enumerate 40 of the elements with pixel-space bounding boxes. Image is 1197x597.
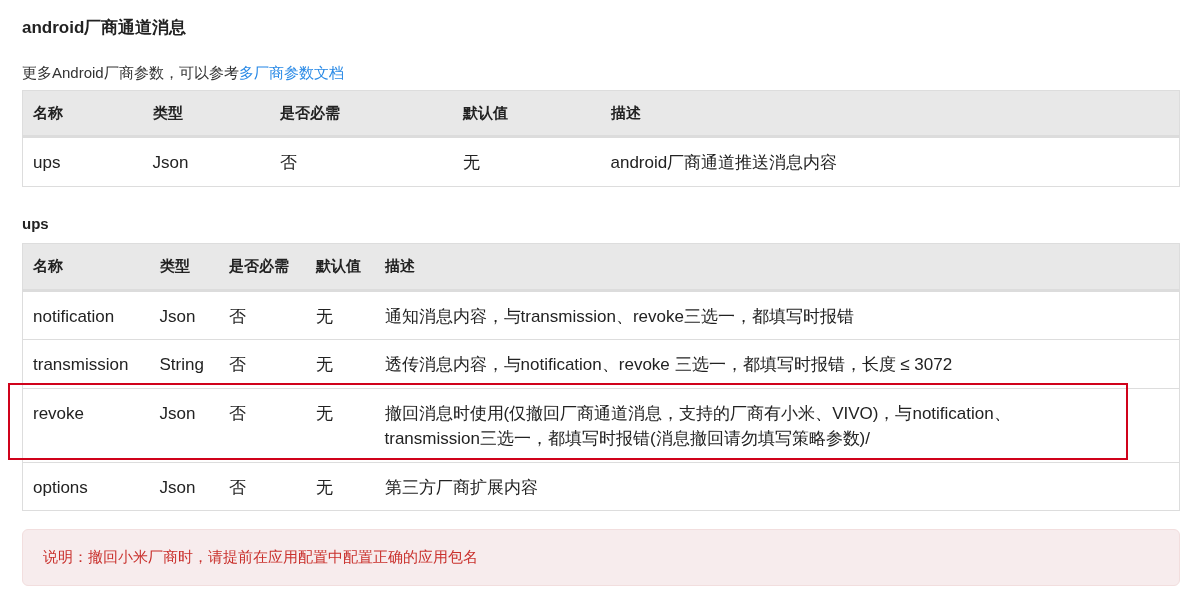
column-header: 描述 bbox=[374, 243, 1180, 291]
column-header: 描述 bbox=[600, 90, 1180, 137]
table-cell: android厂商通道推送消息内容 bbox=[600, 136, 1180, 187]
table-cell: Json bbox=[149, 462, 219, 511]
page-title: android厂商通道消息 bbox=[22, 18, 188, 39]
column-header: 默认值 bbox=[305, 243, 375, 291]
column-header: 名称 bbox=[22, 243, 150, 291]
table-cell: 否 bbox=[218, 462, 306, 511]
column-header: 默认值 bbox=[452, 90, 601, 137]
table-cell: Json bbox=[142, 136, 270, 187]
table-cell: options bbox=[22, 462, 150, 511]
table-cell: 否 bbox=[269, 136, 453, 187]
table-caption: ups bbox=[22, 213, 50, 234]
table-cell: 否 bbox=[218, 339, 306, 389]
table-cell: 否 bbox=[218, 290, 306, 340]
note-alert: 说明：撤回小米厂商时，请提前在应用配置中配置正确的应用包名 bbox=[22, 529, 1180, 586]
table-cell: 无 bbox=[452, 136, 601, 187]
table-cell: 无 bbox=[305, 462, 375, 511]
table-cell: 第三方厂商扩展内容 bbox=[374, 462, 1180, 511]
table-cell: transmission bbox=[22, 339, 150, 389]
table-cell: ups bbox=[22, 136, 143, 187]
table-cell: String bbox=[149, 339, 219, 389]
table-cell: 无 bbox=[305, 388, 375, 463]
column-header: 是否必需 bbox=[269, 90, 453, 137]
column-header: 名称 bbox=[22, 90, 143, 137]
column-header: 类型 bbox=[142, 90, 270, 137]
column-header: 类型 bbox=[149, 243, 219, 291]
table-cell: Json bbox=[149, 388, 219, 463]
table-cell: notification bbox=[22, 290, 150, 340]
table-cell: Json bbox=[149, 290, 219, 340]
column-header: 是否必需 bbox=[218, 243, 306, 291]
table-cell: 无 bbox=[305, 339, 375, 389]
table-cell: 撤回消息时使用(仅撤回厂商通道消息，支持的厂商有小米、VIVO)，与notification、transmission三选一，都填写时报错(消息撤回请勿填写策略参数)/ bbox=[374, 388, 1180, 463]
docs-link[interactable]: 多厂商参数文档 bbox=[238, 64, 344, 82]
table-cell: 通知消息内容，与transmission、revoke三选一，都填写时报错 bbox=[374, 290, 1180, 340]
table-cell: 否 bbox=[218, 388, 306, 463]
table-cell: 无 bbox=[305, 290, 375, 340]
intro-text: 更多Android厂商参数，可以参考多厂商参数文档 bbox=[22, 63, 345, 84]
table-cell: revoke bbox=[22, 388, 150, 463]
table-cell: 透传消息内容，与notification、revoke 三选一，都填写时报错，长度 ≤ 3072 bbox=[374, 339, 1180, 389]
